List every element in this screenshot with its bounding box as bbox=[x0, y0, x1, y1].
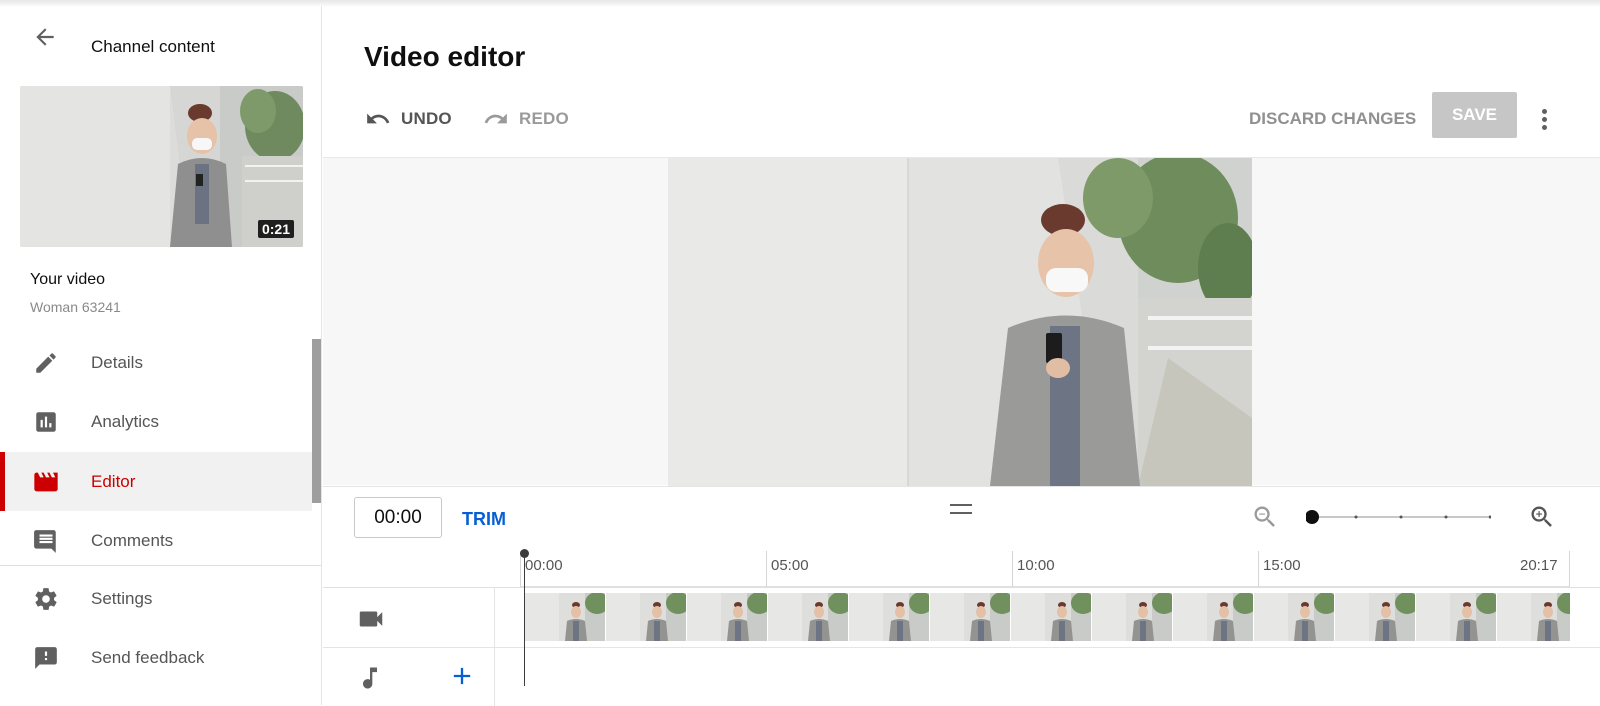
video-camera-icon bbox=[356, 604, 386, 634]
playhead[interactable] bbox=[524, 553, 525, 686]
discard-changes-button[interactable]: DISCARD CHANGES bbox=[1249, 102, 1416, 136]
video-preview-frame[interactable] bbox=[668, 158, 1252, 486]
comment-icon bbox=[31, 526, 61, 556]
ruler-label: 20:17 bbox=[1520, 557, 1558, 574]
zoom-slider[interactable] bbox=[1305, 509, 1492, 525]
sidebar-divider bbox=[0, 565, 321, 566]
resize-handle-icon[interactable] bbox=[950, 504, 972, 514]
redo-label: REDO bbox=[519, 109, 569, 128]
back-arrow-icon[interactable] bbox=[28, 20, 62, 54]
video-preview-area bbox=[323, 157, 1600, 486]
filmstrip-frame bbox=[930, 593, 1011, 641]
trim-button[interactable]: TRIM bbox=[462, 509, 506, 530]
sidebar-scrollbar[interactable] bbox=[312, 339, 321, 503]
filmstrip-frame bbox=[1416, 593, 1497, 641]
sidebar: Channel content 0:21 Your video Woman 63… bbox=[0, 6, 322, 705]
channel-content-link[interactable]: Channel content bbox=[91, 37, 215, 57]
sidebar-item-label: Editor bbox=[91, 471, 136, 491]
filmstrip-frame bbox=[606, 593, 687, 641]
sidebar-item-settings[interactable]: Settings bbox=[0, 569, 312, 628]
timeline-ruler[interactable]: 00:00 05:00 10:00 15:00 20:17 bbox=[520, 551, 1570, 587]
sidebar-item-label: Settings bbox=[91, 588, 153, 608]
sidebar-item-label: Comments bbox=[91, 530, 174, 550]
ruler-label: 10:00 bbox=[1017, 557, 1055, 574]
page-title: Video editor bbox=[364, 41, 526, 72]
filmstrip-frame bbox=[1497, 593, 1570, 641]
pencil-icon bbox=[31, 348, 61, 378]
sidebar-item-label: Send feedback bbox=[91, 647, 205, 667]
filmstrip-frame bbox=[1254, 593, 1335, 641]
add-audio-icon[interactable] bbox=[448, 662, 476, 690]
music-note-icon bbox=[356, 664, 384, 692]
sidebar-item-label: Details bbox=[91, 352, 143, 372]
undo-label: UNDO bbox=[401, 109, 452, 128]
ruler-label: 00:00 bbox=[525, 557, 563, 574]
filmstrip-frame bbox=[849, 593, 930, 641]
video-track[interactable] bbox=[525, 593, 1570, 641]
track-divider bbox=[323, 587, 1600, 588]
ruler-label: 15:00 bbox=[1263, 557, 1301, 574]
sidebar-item-editor[interactable]: Editor bbox=[0, 452, 312, 511]
clapperboard-icon bbox=[31, 467, 61, 497]
more-options-icon[interactable] bbox=[1533, 102, 1555, 136]
sidebar-item-send-feedback[interactable]: Send feedback bbox=[0, 628, 312, 687]
current-time-input[interactable] bbox=[354, 497, 442, 538]
video-duration-badge: 0:21 bbox=[257, 220, 294, 238]
filmstrip-frame bbox=[1173, 593, 1254, 641]
feedback-icon bbox=[31, 643, 61, 673]
gear-icon bbox=[31, 584, 61, 614]
filmstrip-frame bbox=[525, 593, 606, 641]
video-thumbnail[interactable]: 0:21 bbox=[20, 86, 303, 247]
filmstrip-frame bbox=[1092, 593, 1173, 641]
ruler-label: 05:00 bbox=[771, 557, 809, 574]
redo-button[interactable]: REDO bbox=[483, 102, 569, 136]
zoom-in-icon[interactable] bbox=[1528, 503, 1556, 531]
your-video-label: Your video bbox=[30, 271, 106, 288]
filmstrip-frame bbox=[1335, 593, 1416, 641]
bar-chart-icon bbox=[31, 407, 61, 437]
filmstrip-frame bbox=[1011, 593, 1092, 641]
track-divider bbox=[323, 647, 1600, 648]
sidebar-item-label: Analytics bbox=[91, 411, 160, 431]
timeline-panel: TRIM 00:00 05:00 10:00 1 bbox=[323, 486, 1600, 706]
zoom-out-icon[interactable] bbox=[1251, 503, 1279, 531]
sidebar-item-details[interactable]: Details bbox=[0, 333, 312, 392]
video-name: Woman 63241 bbox=[30, 299, 121, 315]
undo-button[interactable]: UNDO bbox=[365, 102, 452, 136]
sidebar-item-analytics[interactable]: Analytics bbox=[0, 392, 312, 451]
save-button[interactable]: SAVE bbox=[1432, 92, 1517, 138]
filmstrip-frame bbox=[768, 593, 849, 641]
sidebar-item-comments[interactable]: Comments bbox=[0, 511, 312, 570]
playhead-handle[interactable] bbox=[520, 549, 529, 558]
filmstrip-frame bbox=[687, 593, 768, 641]
video-editor-panel: Video editor UNDO REDO DISCARD CHANGES S… bbox=[323, 6, 1600, 706]
